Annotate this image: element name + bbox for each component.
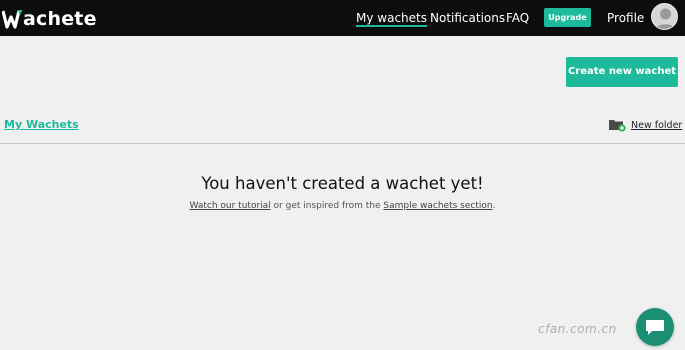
watermark: cfan.com.cn	[538, 322, 617, 336]
create-new-wachet-button[interactable]: Create new wachet	[566, 57, 678, 87]
sample-wachets-link[interactable]: Sample wachets section	[383, 201, 492, 211]
empty-state-middle-text: or get inspired from the	[270, 201, 384, 211]
chat-button[interactable]	[636, 308, 674, 346]
folder-add-icon	[609, 120, 626, 132]
active-nav-indicator	[356, 25, 427, 27]
empty-state-subtitle: Watch our tutorial or get inspired from …	[0, 201, 685, 211]
tutorial-link[interactable]: Watch our tutorial	[190, 201, 271, 211]
empty-state-title: You haven't created a wachet yet!	[201, 174, 484, 193]
logo-text: achete	[23, 8, 97, 30]
breadcrumb-my-wachets[interactable]: My Wachets	[4, 118, 79, 131]
nav-profile[interactable]: Profile	[607, 0, 644, 36]
nav-my-wachets-label: My wachets	[356, 11, 427, 25]
upgrade-button[interactable]: Upgrade	[544, 8, 591, 27]
section-divider	[0, 143, 685, 144]
new-folder-button[interactable]: New folder	[609, 118, 682, 132]
wachete-logo[interactable]: achete	[2, 4, 97, 34]
nav-faq[interactable]: FAQ	[506, 0, 529, 36]
avatar[interactable]	[651, 3, 678, 30]
empty-state-end-text: .	[492, 201, 496, 211]
new-folder-label: New folder	[631, 119, 683, 131]
top-navigation-bar: achete My wachets Notifications FAQ Upgr…	[0, 0, 685, 36]
w-logo-icon	[2, 10, 23, 29]
user-silhouette-icon	[655, 8, 676, 29]
nav-my-wachets[interactable]: My wachets	[356, 0, 427, 36]
nav-notifications[interactable]: Notifications	[430, 0, 505, 36]
chat-icon	[646, 320, 664, 335]
